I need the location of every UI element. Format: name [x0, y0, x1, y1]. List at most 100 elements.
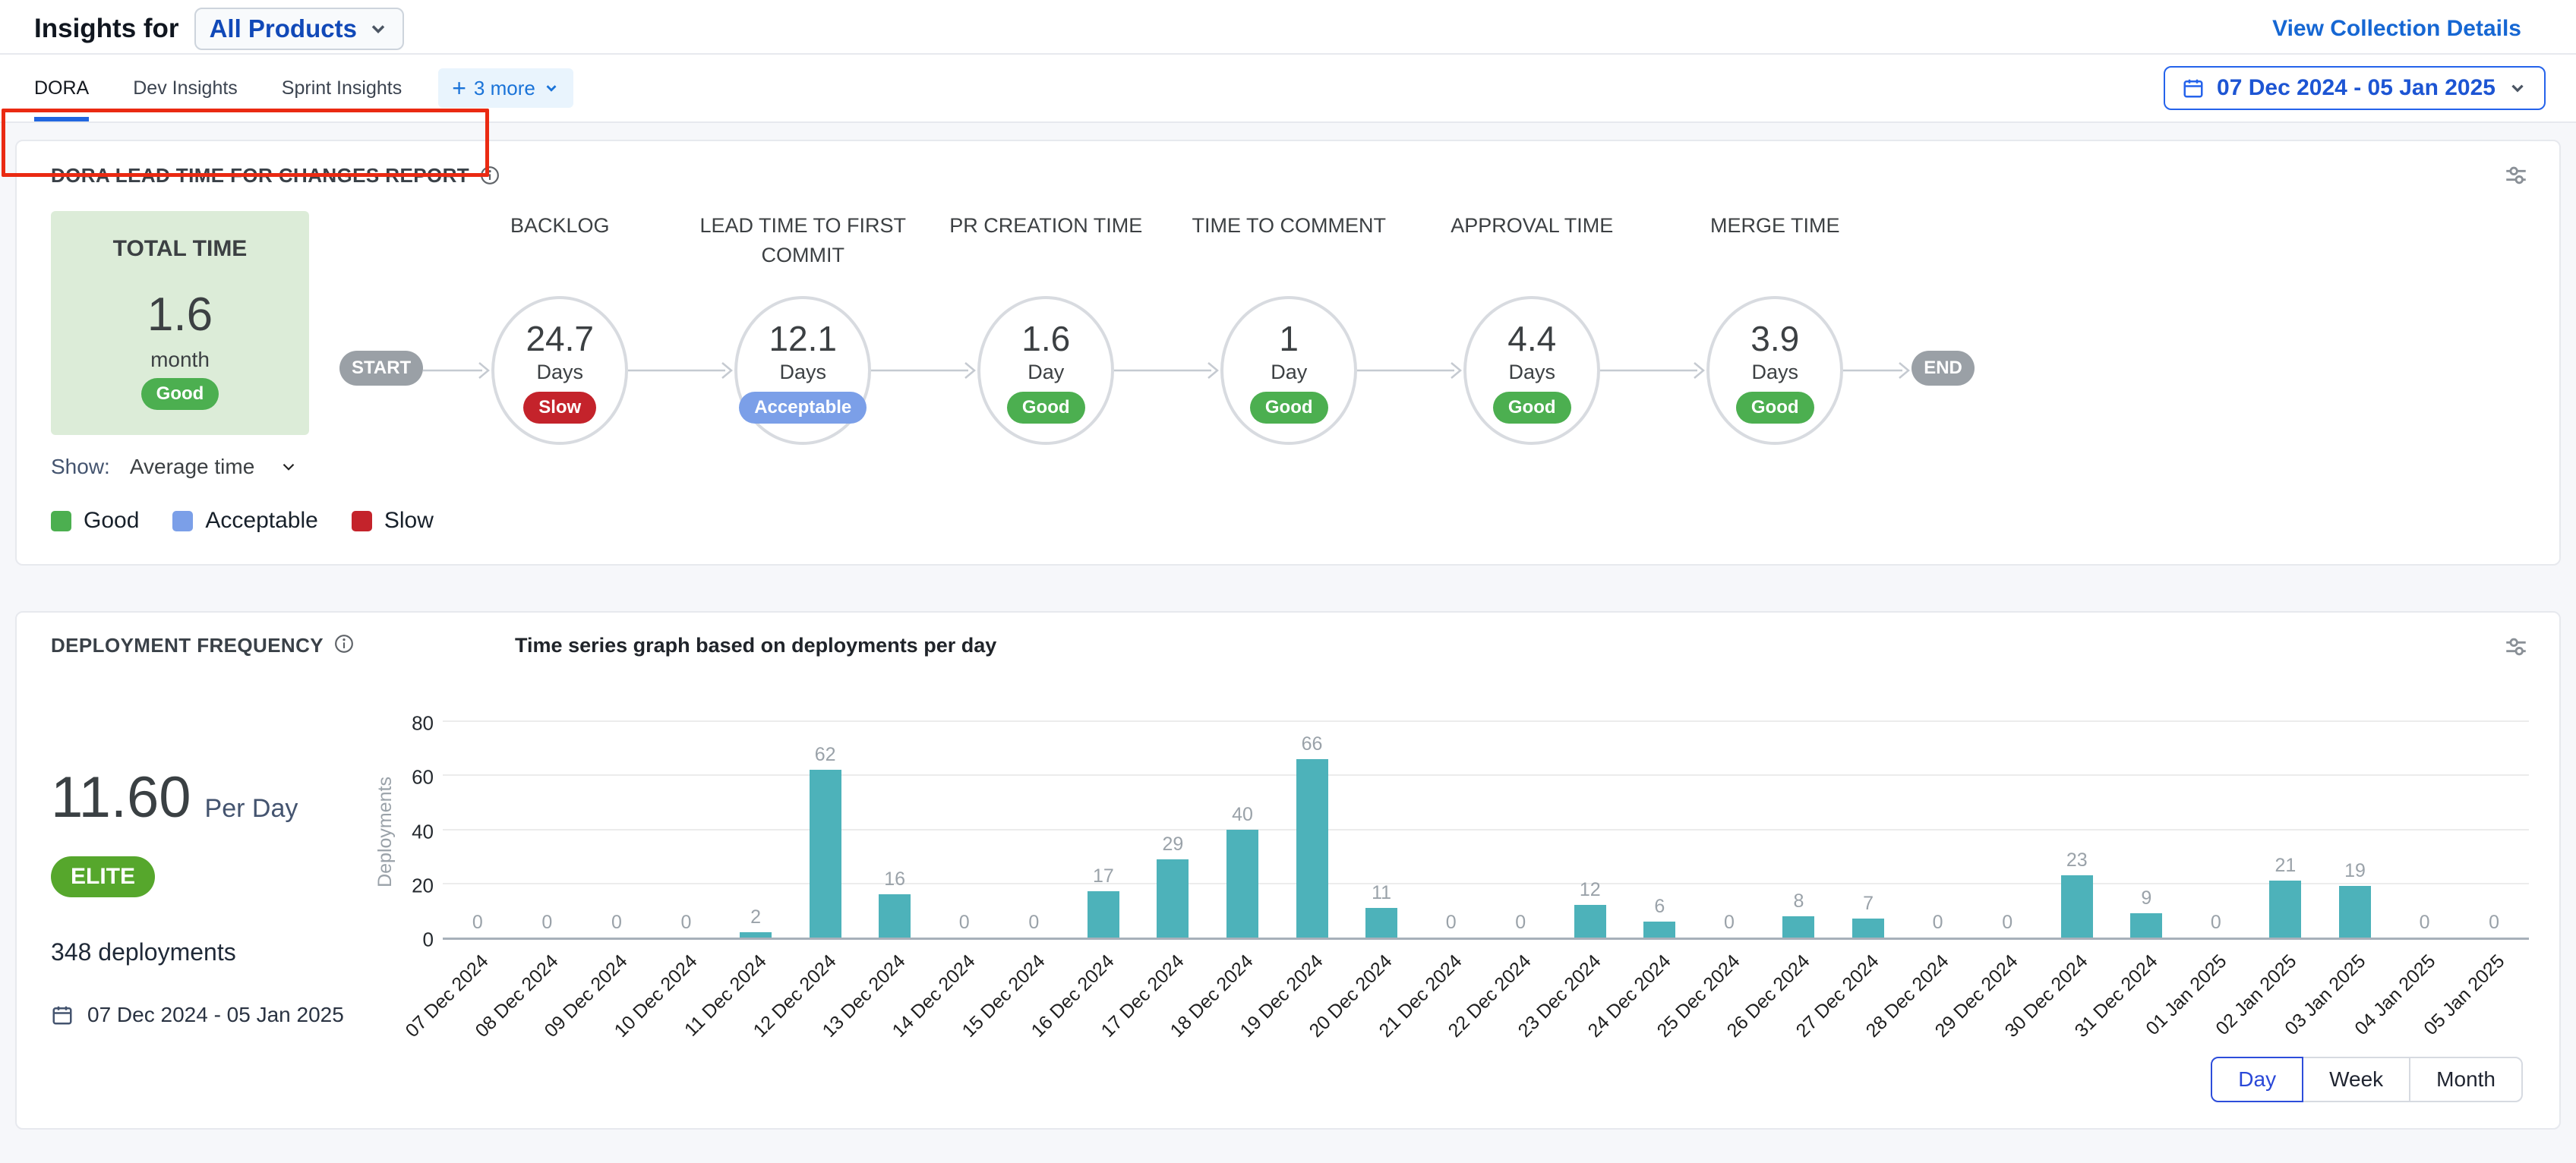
plus-icon: +	[452, 76, 466, 100]
bar[interactable]	[1226, 830, 1258, 938]
deployment-rate-value: 11.60	[51, 764, 191, 830]
deployments-total: 348 deployments	[51, 938, 370, 966]
y-tick-60: 60	[412, 766, 434, 790]
bar-value-label: 0	[1446, 912, 1457, 934]
info-icon[interactable]	[480, 165, 500, 185]
bar-column: 0	[930, 723, 999, 938]
granularity-day[interactable]: Day	[2211, 1057, 2303, 1102]
bar[interactable]	[1574, 905, 1606, 938]
flow-arrow-icon	[423, 359, 491, 382]
bar-value-label: 21	[2275, 855, 2297, 877]
y-tick-20: 20	[412, 874, 434, 897]
more-tabs-label: 3 more	[474, 77, 535, 100]
plot-column: 0000262160017294066110012608700239021190…	[443, 723, 2529, 1054]
bar-value-label: 0	[1933, 912, 1943, 934]
stage-status-badge: Acceptable	[739, 392, 867, 424]
stage-name: PR CREATION TIME	[920, 211, 1171, 241]
bar-value-label: 0	[2420, 912, 2430, 934]
bar[interactable]	[1782, 916, 1814, 938]
bar-value-label: 0	[611, 912, 622, 934]
bar-column: 40	[1208, 723, 1277, 938]
gridline	[443, 720, 2529, 722]
bar-column: 12	[1555, 723, 1625, 938]
show-label: Show:	[51, 455, 110, 479]
deployment-frequency-card: DEPLOYMENT FREQUENCY Time series graph b…	[15, 611, 2561, 1130]
bar-value-label: 16	[884, 868, 905, 890]
chart-settings-icon[interactable]	[2503, 162, 2529, 188]
total-time-column: TOTAL TIME 1.6 month Good Show: Average …	[51, 211, 309, 479]
deployment-card-header: DEPLOYMENT FREQUENCY Time series graph b…	[51, 634, 2529, 660]
bar-column: 2	[721, 723, 791, 938]
bar-column: 0	[2181, 723, 2251, 938]
show-selector[interactable]: Show: Average time	[51, 455, 309, 479]
bar-column: 0	[1694, 723, 1764, 938]
bar-value-label: 0	[959, 912, 970, 934]
lead-time-flow-wrap: TOTAL TIME 1.6 month Good Show: Average …	[51, 211, 2529, 479]
bar[interactable]	[2061, 875, 2093, 938]
stage-status-badge: Good	[1736, 392, 1814, 424]
product-selector[interactable]: All Products	[194, 8, 404, 50]
bar-column: 0	[2459, 723, 2529, 938]
bar[interactable]	[2339, 886, 2371, 938]
bar[interactable]	[1852, 919, 1884, 938]
bar-value-label: 11	[1372, 882, 1391, 904]
stage-unit: Days	[1508, 361, 1555, 384]
stage-value: 12.1	[769, 318, 837, 359]
stage-status-badge: Good	[1250, 392, 1328, 424]
stage-pr-creation-time: PR CREATION TIME1.6DayGood	[977, 296, 1114, 445]
tab-dev-insights[interactable]: Dev Insights	[133, 55, 238, 121]
stage-circle: 1.6DayGood	[977, 296, 1114, 445]
stage-value: 3.9	[1750, 318, 1799, 359]
legend-label: Good	[84, 508, 139, 534]
info-icon[interactable]	[334, 634, 354, 654]
granularity-week[interactable]: Week	[2302, 1057, 2410, 1102]
bar-column: 29	[1138, 723, 1208, 938]
chart-title: Time series graph based on deployments p…	[515, 634, 996, 657]
bar-value-label: 23	[2066, 849, 2088, 871]
bar-value-label: 7	[1863, 893, 1874, 915]
bar[interactable]	[1643, 922, 1675, 938]
bar[interactable]	[1088, 891, 1119, 938]
bar[interactable]	[1296, 759, 1328, 938]
tab-dora[interactable]: DORA	[34, 55, 89, 121]
bar-column: 23	[2042, 723, 2112, 938]
bar-column: 17	[1069, 723, 1138, 938]
more-tabs-button[interactable]: + 3 more	[438, 68, 573, 108]
bar[interactable]	[2130, 913, 2162, 938]
bar-column: 21	[2251, 723, 2321, 938]
bar-column: 16	[860, 723, 930, 938]
date-range-value: 07 Dec 2024 - 05 Jan 2025	[2217, 75, 2496, 101]
date-range-picker[interactable]: 07 Dec 2024 - 05 Jan 2025	[2164, 66, 2546, 110]
bar-value-label: 0	[681, 912, 692, 934]
stage-unit: Day	[1028, 361, 1064, 384]
granularity-toggle: DayWeekMonth	[370, 1057, 2523, 1102]
chevron-down-icon	[2508, 78, 2527, 98]
bar[interactable]	[1157, 859, 1189, 938]
flow-arrow-icon	[1600, 359, 1706, 382]
bar[interactable]	[2269, 881, 2301, 938]
bar[interactable]	[1365, 908, 1397, 938]
bar-column: 0	[652, 723, 721, 938]
stage-approval-time: APPROVAL TIME4.4DaysGood	[1463, 296, 1600, 445]
y-tick-40: 40	[412, 820, 434, 843]
flow-arrow-icon	[1843, 359, 1911, 382]
stage-time-to-comment: TIME TO COMMENT1DayGood	[1220, 296, 1357, 445]
stage-status-badge: Slow	[523, 392, 596, 424]
stage-value: 4.4	[1507, 318, 1556, 359]
bar-value-label: 6	[1654, 896, 1665, 918]
deployments-chart: Deployments 020406080 000026216001729406…	[370, 675, 2529, 1102]
total-time-label: TOTAL TIME	[113, 236, 248, 262]
chevron-down-icon	[368, 18, 389, 39]
bar-column: 0	[443, 723, 513, 938]
bar[interactable]	[810, 770, 841, 938]
bar-value-label: 19	[2344, 860, 2366, 882]
tab-sprint-insights[interactable]: Sprint Insights	[282, 55, 402, 121]
granularity-month[interactable]: Month	[2409, 1057, 2523, 1102]
legend-label: Acceptable	[205, 508, 317, 534]
bar[interactable]	[879, 894, 911, 938]
view-collection-details-link[interactable]: View Collection Details	[2272, 16, 2521, 42]
chart-settings-icon[interactable]	[2503, 634, 2529, 660]
stage-unit: Days	[779, 361, 826, 384]
bar[interactable]	[740, 932, 772, 938]
legend-swatch	[51, 511, 71, 531]
